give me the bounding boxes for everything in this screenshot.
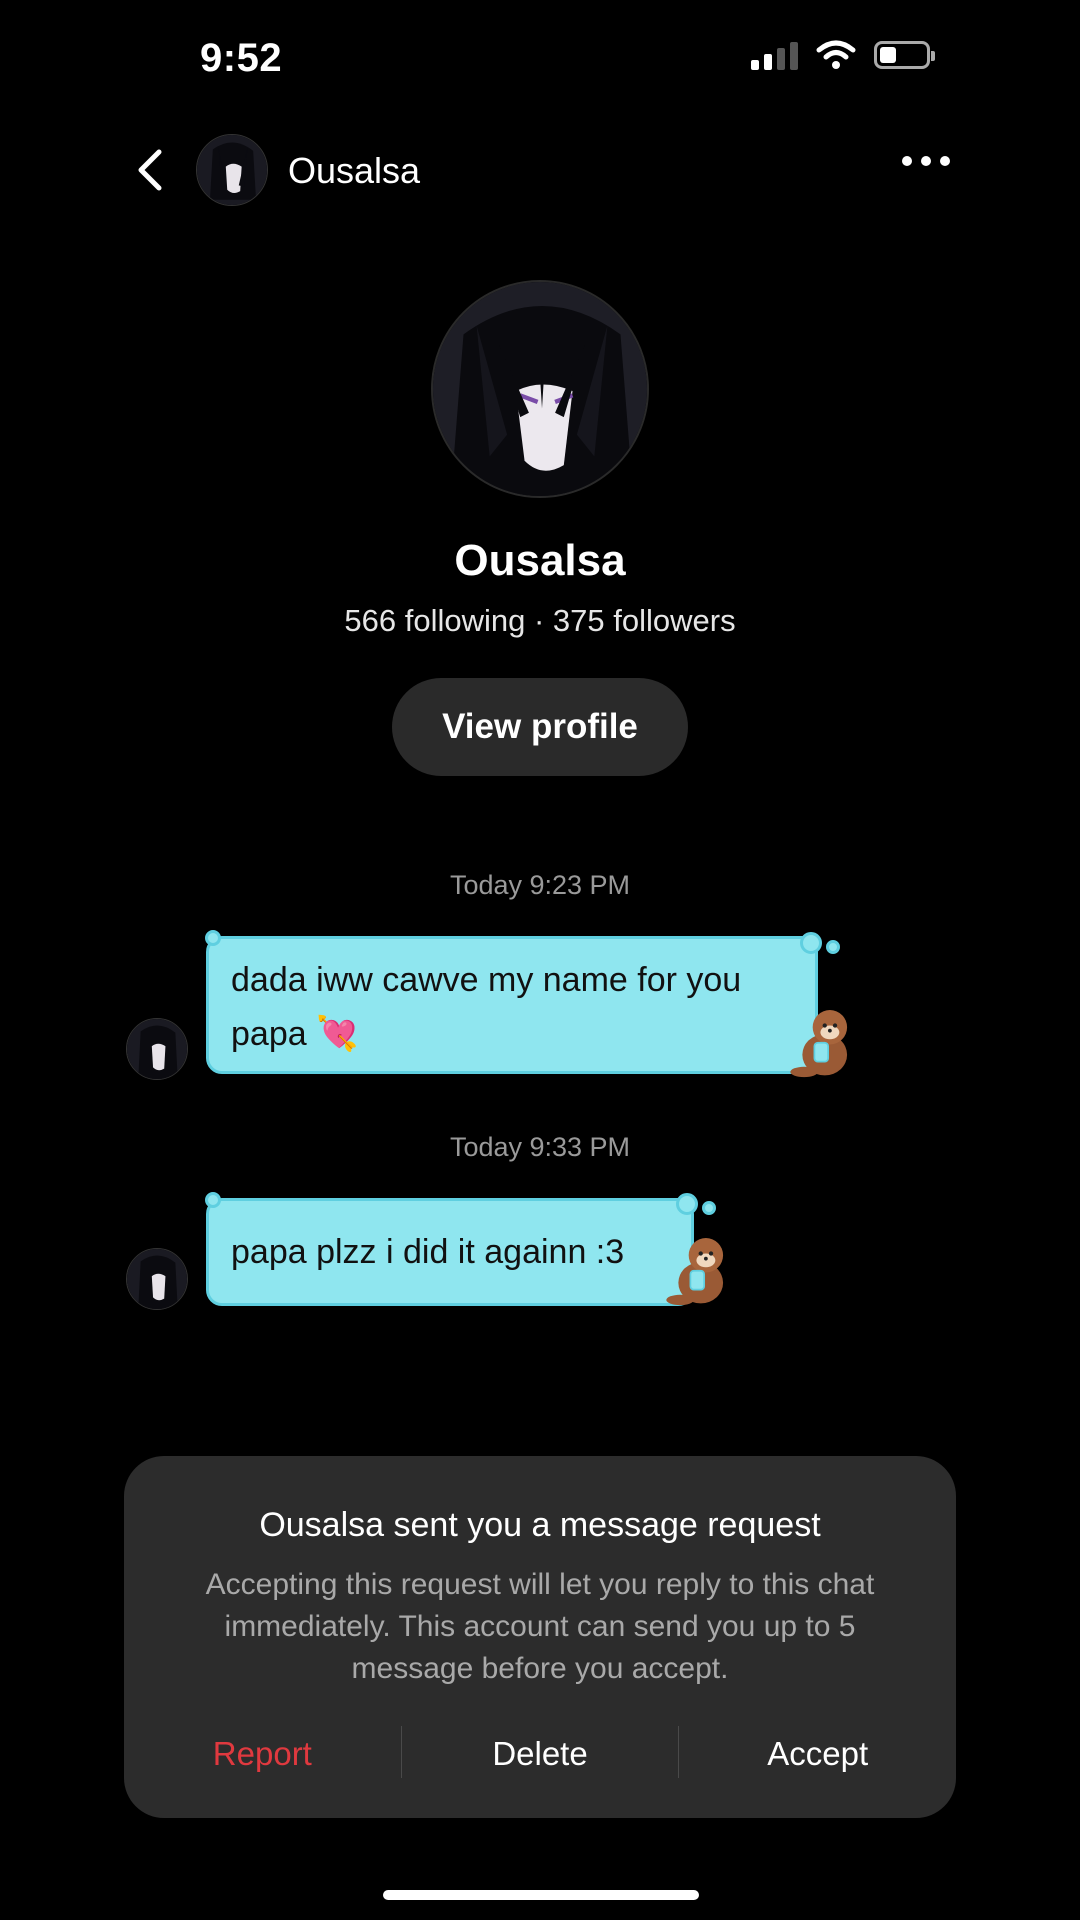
sender-avatar[interactable] xyxy=(126,1248,188,1310)
message-text-line: dada iww cawve my name for you xyxy=(231,961,742,999)
message-bubble[interactable]: dada iww cawve my name for you papa 💘 xyxy=(206,936,818,1074)
bubble-decoration xyxy=(800,932,822,954)
more-options-button[interactable] xyxy=(902,156,950,166)
home-indicator[interactable] xyxy=(383,1890,699,1900)
message-timestamp: Today 9:23 PM xyxy=(449,870,631,900)
chat-header: Ousalsa xyxy=(0,130,1080,210)
header-username[interactable]: Ousalsa xyxy=(288,150,420,192)
accept-button[interactable]: Accept xyxy=(679,1726,956,1782)
bubble-decoration xyxy=(826,940,840,954)
profile-name: Ousalsa xyxy=(454,536,626,585)
view-profile-button[interactable]: View profile xyxy=(392,678,688,776)
message-bubble[interactable]: papa plzz i did it againn :3 xyxy=(206,1198,694,1306)
message-timestamp: Today 9:33 PM xyxy=(449,1132,631,1162)
otter-sticker-icon xyxy=(666,1238,724,1306)
message-request-card: Ousalsa sent you a message request Accep… xyxy=(124,1456,956,1818)
request-actions: Report Delete Accept xyxy=(124,1726,956,1782)
chat-screen: 9:52 Ousalsa Ousalsa 566 following · 375… xyxy=(0,0,1080,1920)
message-text: papa plzz i did it againn :3 xyxy=(231,1233,625,1271)
message-text-line: papa 💘 xyxy=(231,1015,359,1053)
battery-icon xyxy=(874,41,935,69)
delete-button[interactable]: Delete xyxy=(402,1726,679,1782)
bubble-decoration xyxy=(205,930,221,946)
profile-avatar[interactable] xyxy=(431,280,649,498)
bubble-decoration xyxy=(205,1192,221,1208)
bubble-decoration xyxy=(676,1193,698,1215)
bubble-decoration xyxy=(702,1201,716,1215)
back-button[interactable] xyxy=(120,140,180,200)
otter-sticker-icon xyxy=(790,1010,848,1078)
chevron-left-icon xyxy=(138,149,162,191)
header-avatar[interactable] xyxy=(196,134,268,206)
report-button[interactable]: Report xyxy=(124,1726,401,1782)
status-icons xyxy=(751,40,935,70)
cellular-signal-icon xyxy=(751,40,798,70)
wifi-icon xyxy=(816,40,856,69)
request-title: Ousalsa sent you a message request xyxy=(259,1506,821,1544)
status-time: 9:52 xyxy=(200,36,283,80)
sender-avatar[interactable] xyxy=(126,1018,188,1080)
profile-stats: 566 following · 375 followers xyxy=(344,603,736,638)
request-description: Accepting this request will let you repl… xyxy=(205,1568,875,1685)
